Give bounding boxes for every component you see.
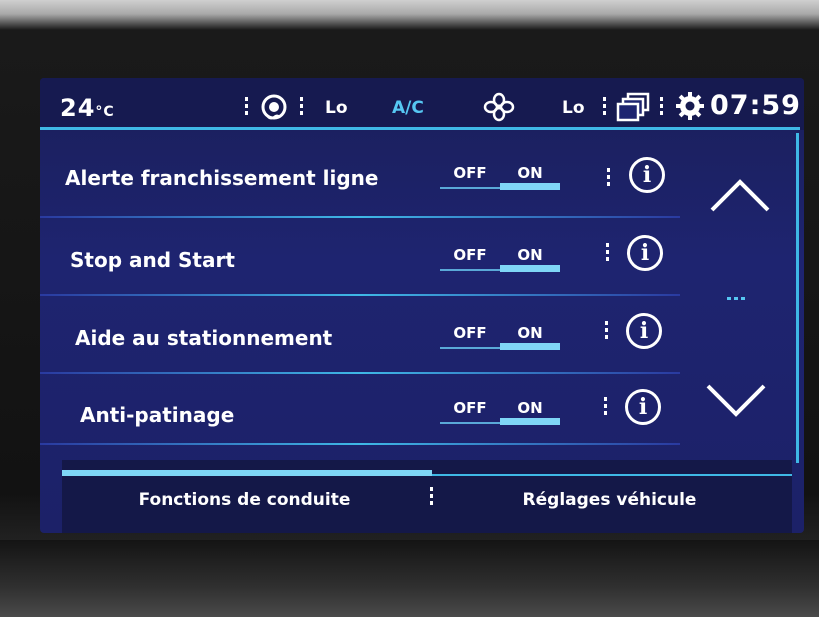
toggle-knob <box>500 265 560 272</box>
tab-fonctions-de-conduite[interactable]: Fonctions de conduite <box>62 490 427 510</box>
device-bezel-bottom <box>0 540 819 617</box>
toggle-off-option[interactable]: OFF <box>440 324 500 342</box>
bottom-tab-bar: Fonctions de conduite Réglages véhicule <box>62 460 792 533</box>
info-icon[interactable]: i <box>625 389 661 425</box>
row-separator <box>604 397 607 415</box>
seat-heating-icon[interactable] <box>258 92 290 122</box>
toggle-knob <box>500 343 560 350</box>
windows-icon[interactable] <box>616 92 652 122</box>
scroll-down-arrow-icon[interactable] <box>704 380 768 420</box>
info-icon[interactable]: i <box>629 157 665 193</box>
temperature-unit: °C <box>95 104 115 120</box>
on-off-toggle[interactable]: OFF ON <box>440 242 565 276</box>
row-separator <box>606 243 609 261</box>
setting-label: Alerte franchissement ligne <box>65 166 379 190</box>
setting-label: Stop and Start <box>70 248 235 272</box>
info-icon[interactable]: i <box>626 313 662 349</box>
clock: 07:59 <box>710 90 801 121</box>
setting-label: Aide au stationnement <box>75 326 333 350</box>
list-item: Stop and Start OFF ON i <box>40 218 700 296</box>
row-separator <box>607 168 610 186</box>
scrollbar[interactable] <box>796 133 799 463</box>
on-off-toggle[interactable]: OFF ON <box>440 395 565 429</box>
status-separator <box>660 97 663 117</box>
toggle-knob <box>500 183 560 190</box>
on-off-toggle[interactable]: OFF ON <box>440 160 565 194</box>
toggle-knob <box>500 418 560 425</box>
infotainment-screen: 24°C Lo A/C Lo 07:59 Alerte franchisseme… <box>40 78 804 533</box>
fan-icon[interactable] <box>483 92 515 122</box>
setting-label: Anti-patinage <box>80 403 235 427</box>
status-separator <box>245 97 248 117</box>
list-item: Aide au stationnement OFF ON i <box>40 296 700 374</box>
fan-left-level[interactable]: Lo <box>325 98 348 118</box>
settings-gear-icon[interactable] <box>675 91 705 121</box>
scroll-position-dots <box>727 297 747 300</box>
list-item: Alerte franchissement ligne OFF ON i <box>40 140 700 218</box>
status-separator <box>603 97 606 117</box>
toggle-on-option[interactable]: ON <box>500 164 560 182</box>
scroll-up-arrow-icon[interactable] <box>708 176 772 216</box>
toggle-off-option[interactable]: OFF <box>440 399 500 417</box>
status-separator <box>300 97 303 117</box>
toggle-on-option[interactable]: ON <box>500 324 560 342</box>
active-tab-indicator <box>62 470 432 476</box>
list-item: Anti-patinage OFF ON i <box>40 373 700 445</box>
toggle-off-option[interactable]: OFF <box>440 246 500 264</box>
toggle-on-option[interactable]: ON <box>500 246 560 264</box>
toggle-on-option[interactable]: ON <box>500 399 560 417</box>
status-bar-divider <box>40 127 800 130</box>
ac-button[interactable]: A/C <box>392 98 424 118</box>
temperature-display[interactable]: 24°C <box>60 94 115 122</box>
toggle-off-option[interactable]: OFF <box>440 164 500 182</box>
row-separator <box>605 321 608 339</box>
fan-right-level[interactable]: Lo <box>562 98 585 118</box>
tab-reglages-vehicule[interactable]: Réglages véhicule <box>427 490 792 510</box>
status-bar: 24°C Lo A/C Lo 07:59 <box>40 78 804 130</box>
row-divider <box>40 443 680 445</box>
temperature-value: 24 <box>60 94 96 122</box>
on-off-toggle[interactable]: OFF ON <box>440 320 565 354</box>
info-icon[interactable]: i <box>627 235 663 271</box>
